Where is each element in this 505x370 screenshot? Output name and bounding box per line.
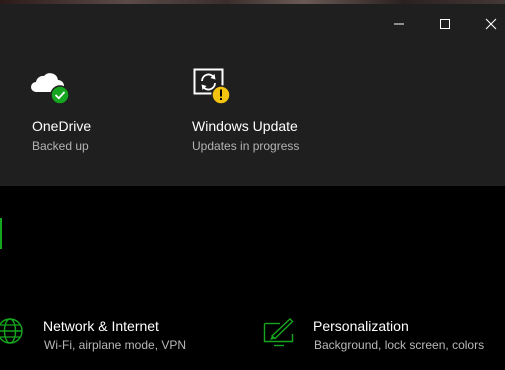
windows-update-title: Windows Update — [192, 118, 298, 134]
minimize-icon — [394, 23, 404, 25]
check-badge-icon — [50, 85, 70, 105]
selection-accent-bar — [0, 218, 2, 249]
windows-update-subtitle: Updates in progress — [192, 139, 300, 153]
onedrive-title: OneDrive — [32, 118, 92, 134]
personalization-subtitle: Background, lock screen, colors — [314, 338, 485, 352]
warning-badge-icon — [211, 85, 231, 105]
windows-update-tile[interactable]: Windows Update Updates in progress — [190, 64, 340, 164]
network-internet-title: Network & Internet — [43, 318, 159, 334]
status-header: OneDrive Backed up Windows Update Update… — [0, 4, 505, 186]
maximize-icon — [440, 19, 450, 29]
maximize-button[interactable] — [425, 12, 465, 36]
category-network-internet[interactable]: Network & Internet Wi-Fi, airplane mode,… — [0, 310, 240, 360]
globe-icon — [0, 318, 23, 344]
close-icon — [485, 18, 497, 30]
onedrive-tile[interactable]: OneDrive Backed up — [30, 64, 160, 164]
network-internet-subtitle: Wi-Fi, airplane mode, VPN — [44, 338, 187, 352]
onedrive-subtitle: Backed up — [32, 139, 89, 153]
category-personalization[interactable]: Personalization Background, lock screen,… — [262, 310, 505, 360]
close-button[interactable] — [471, 12, 505, 36]
minimize-button[interactable] — [379, 12, 419, 36]
personalization-title: Personalization — [313, 318, 409, 334]
personalization-icon — [263, 318, 294, 347]
